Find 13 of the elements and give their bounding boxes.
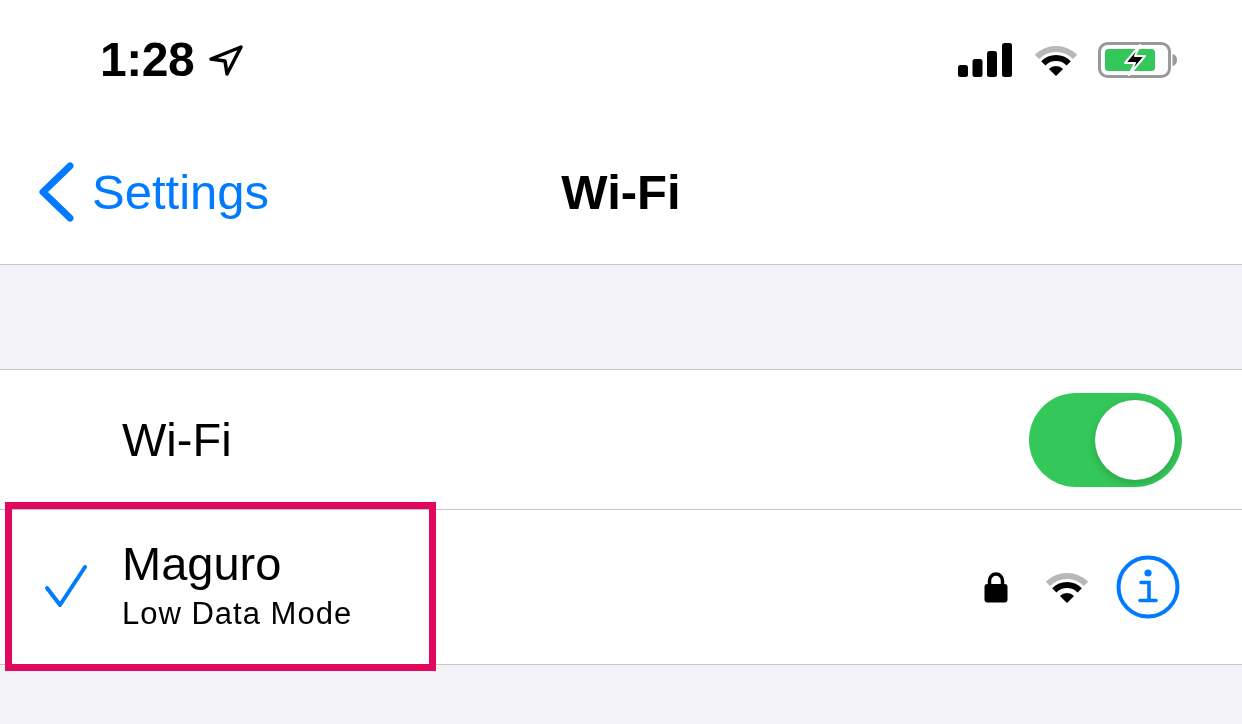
cellular-signal-icon <box>958 43 1012 77</box>
status-time: 1:28 <box>100 32 195 88</box>
network-subtitle: Low Data Mode <box>122 595 353 633</box>
wifi-label: Wi-Fi <box>122 411 232 468</box>
chevron-left-icon <box>38 161 75 223</box>
back-button[interactable]: Settings <box>38 161 270 223</box>
network-name: Maguro <box>122 537 282 591</box>
wifi-signal-icon <box>1033 43 1079 77</box>
info-icon <box>1116 555 1180 619</box>
wifi-signal-icon <box>1044 570 1090 604</box>
info-button[interactable] <box>1116 555 1180 619</box>
location-arrow-icon <box>208 44 245 76</box>
nav-title: Wi-Fi <box>561 164 681 221</box>
